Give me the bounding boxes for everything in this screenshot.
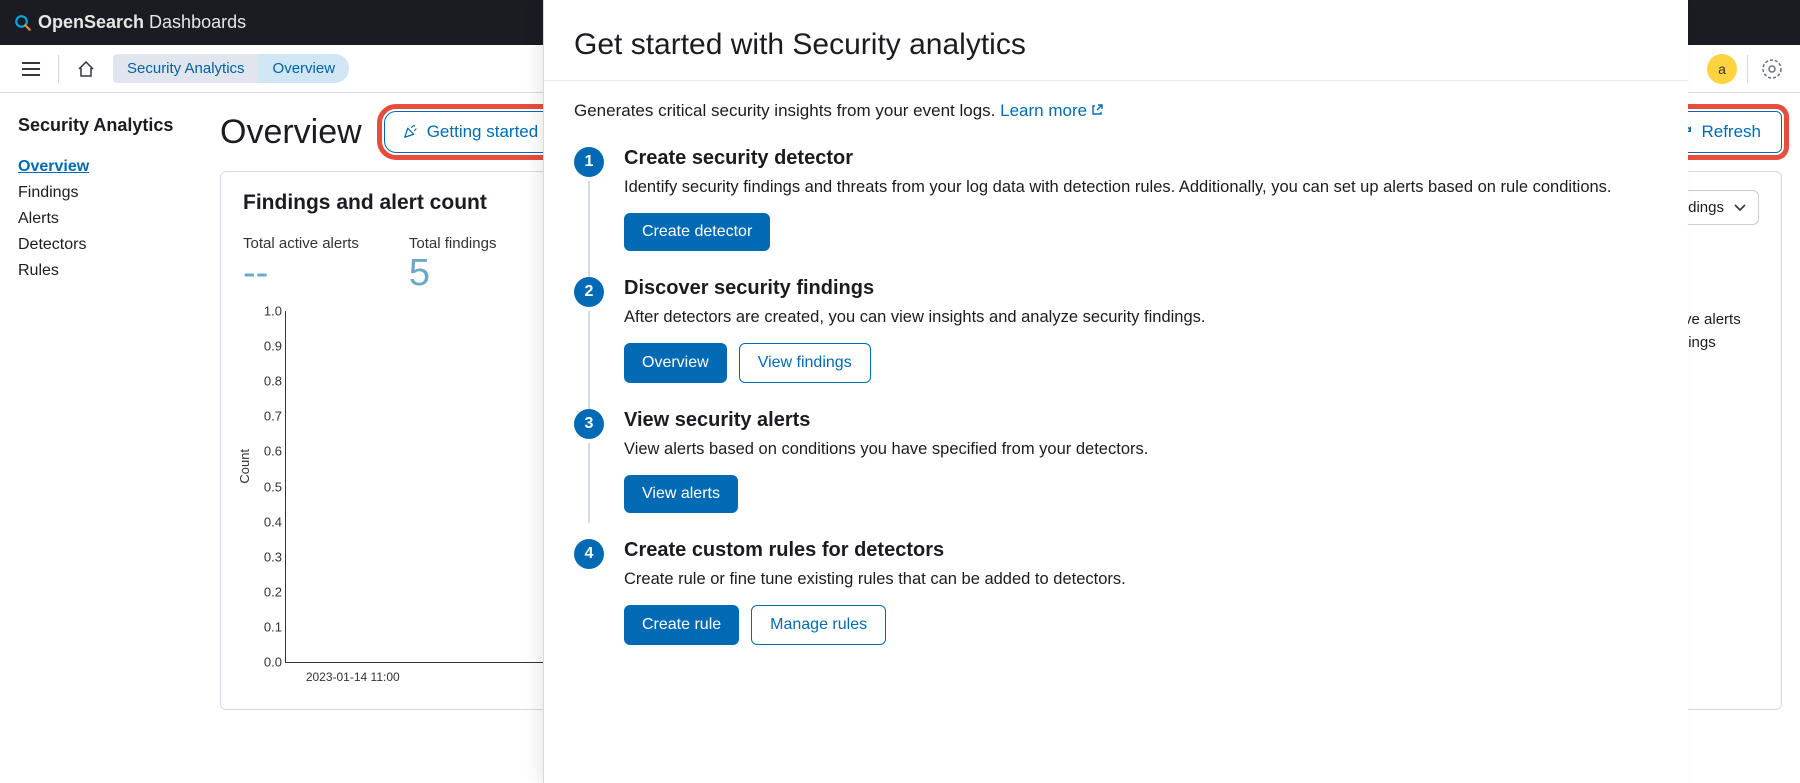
breadcrumb: Security Analytics Overview <box>113 54 349 83</box>
step-body: Create security detector Identify securit… <box>624 147 1612 251</box>
step: 4Create custom rules for detectorsCreate… <box>574 539 1658 645</box>
y-tick: 0.4 <box>250 514 282 529</box>
stat-total-findings: Total findings 5 <box>409 235 497 295</box>
home-icon[interactable] <box>69 52 103 86</box>
flyout-title: Get started with Security analytics <box>574 28 1658 62</box>
y-tick: 0.0 <box>250 655 282 670</box>
step-button[interactable]: View findings <box>739 343 871 383</box>
divider <box>544 80 1688 81</box>
y-tick: 0.9 <box>250 339 282 354</box>
getting-started-button[interactable]: Getting started <box>384 111 556 153</box>
step: 3 View security alerts View alerts based o… <box>574 409 1658 513</box>
y-tick: 0.2 <box>250 584 282 599</box>
step-body: Create custom rules for detectors Create … <box>624 539 1126 645</box>
sidebar: Security Analytics Overview Findings Ale… <box>0 93 220 783</box>
flyout-subtitle: Generates critical security insights fro… <box>574 101 1658 121</box>
step-title: Discover security findings <box>624 277 1205 300</box>
menu-toggle-icon[interactable] <box>14 52 48 86</box>
step-desc: Identify security findings and threats f… <box>624 176 1612 199</box>
y-tick: 0.8 <box>250 374 282 389</box>
step-number: 1 <box>574 147 604 177</box>
sidebar-item-findings[interactable]: Findings <box>18 180 202 206</box>
sidebar-item-overview[interactable]: Overview <box>18 154 202 180</box>
step-button[interactable]: Create detector <box>624 213 770 251</box>
y-tick: 0.3 <box>250 549 282 564</box>
breadcrumb-app[interactable]: Security Analytics <box>113 54 259 83</box>
y-tick: 1.0 <box>250 304 282 319</box>
y-tick: 0.6 <box>250 444 282 459</box>
step-desc: Create rule or fine tune existing rules … <box>624 568 1126 591</box>
stat-value: -- <box>243 252 359 295</box>
getting-started-label: Getting started <box>427 122 539 142</box>
help-icon[interactable] <box>1758 55 1786 83</box>
step-buttons: View alerts <box>624 475 1148 513</box>
step-button[interactable]: Overview <box>624 343 727 383</box>
step-desc: View alerts based on conditions you have… <box>624 438 1148 461</box>
sidebar-item-detectors[interactable]: Detectors <box>18 232 202 258</box>
stat-label: Total active alerts <box>243 235 359 252</box>
getting-started-flyout: Get started with Security analytics Gene… <box>543 0 1688 783</box>
step: 1 Create security detector Identify securi… <box>574 147 1658 251</box>
sidebar-heading: Security Analytics <box>18 115 202 136</box>
popout-icon <box>1091 104 1103 116</box>
step-button[interactable]: Manage rules <box>751 605 886 645</box>
step-buttons: Create rule Manage rules <box>624 605 1126 645</box>
cheer-icon <box>401 123 419 141</box>
step-desc: After detectors are created, you can vie… <box>624 306 1205 329</box>
refresh-label: Refresh <box>1701 122 1761 142</box>
step-title: Create custom rules for detectors <box>624 539 1126 562</box>
page-title: Overview <box>220 113 362 152</box>
breadcrumb-page[interactable]: Overview <box>259 54 350 83</box>
step-button[interactable]: Create rule <box>624 605 739 645</box>
flyout-subtitle-text: Generates critical security insights fro… <box>574 101 1000 120</box>
step-body: View security alerts View alerts based on… <box>624 409 1148 513</box>
y-tick: 0.7 <box>250 409 282 424</box>
stat-active-alerts: Total active alerts -- <box>243 235 359 295</box>
y-tick: 0.5 <box>250 479 282 494</box>
step-number: 2 <box>574 277 604 307</box>
sidebar-item-rules[interactable]: Rules <box>18 258 202 284</box>
stat-label: Total findings <box>409 235 497 252</box>
step-title: Create security detector <box>624 147 1612 170</box>
panel-title: Findings and alert count <box>243 191 487 215</box>
step-body: Discover security findings After detector… <box>624 277 1205 383</box>
step-number: 3 <box>574 409 604 439</box>
step-buttons: Create detector <box>624 213 1612 251</box>
learn-more-link[interactable]: Learn more <box>1000 101 1103 120</box>
y-tick: 0.1 <box>250 619 282 634</box>
opensearch-icon <box>14 14 32 32</box>
step-number: 4 <box>574 539 604 569</box>
sidebar-item-alerts[interactable]: Alerts <box>18 206 202 232</box>
divider <box>58 55 59 83</box>
chevron-down-icon <box>1734 204 1746 212</box>
brand-text: OpenSearch Dashboards <box>38 12 246 33</box>
stat-value: 5 <box>409 252 497 295</box>
step-button[interactable]: View alerts <box>624 475 738 513</box>
step-title: View security alerts <box>624 409 1148 432</box>
divider <box>1747 55 1748 83</box>
step-buttons: Overview View findings <box>624 343 1205 383</box>
avatar[interactable]: a <box>1707 54 1737 84</box>
step: 2 Discover security findings After detecto… <box>574 277 1658 383</box>
x-tick: 2023-01-14 11:00 <box>306 670 400 684</box>
brand-logo[interactable]: OpenSearch Dashboards <box>14 12 246 33</box>
